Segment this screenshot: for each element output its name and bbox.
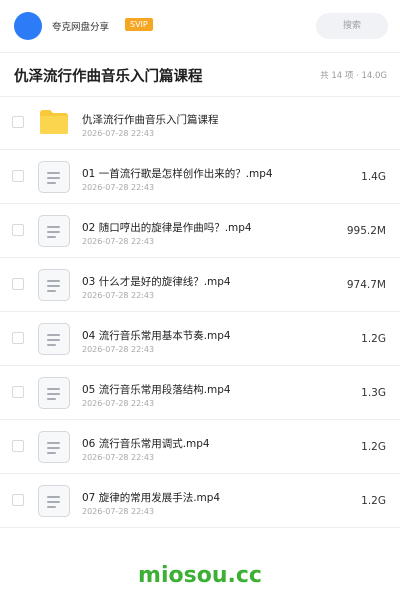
list-item[interactable]: 06 流行音乐常用调式.mp4 2026-07-28 22:43 1.2G	[0, 420, 400, 474]
document-icon	[38, 161, 70, 193]
list-item[interactable]: 03 什么才是好的旋律线？.mp4 2026-07-28 22:43 974.7…	[0, 258, 400, 312]
select-checkbox[interactable]	[12, 332, 24, 344]
file-name: 06 流行音乐常用调式.mp4	[82, 438, 210, 450]
select-checkbox[interactable]	[12, 440, 24, 452]
file-date: 2026-07-28 22:43	[82, 399, 155, 408]
avatar[interactable]	[14, 12, 42, 40]
folder-icon	[40, 110, 68, 134]
file-size: 974.7M	[346, 279, 386, 291]
file-date: 2026-07-28 22:43	[82, 453, 155, 462]
file-date: 2026-07-28 22:43	[82, 345, 155, 354]
document-icon	[38, 269, 70, 301]
select-checkbox[interactable]	[12, 386, 24, 398]
file-date: 2026-07-28 22:43	[82, 183, 155, 192]
search-button[interactable]: 搜索	[316, 13, 388, 39]
file-size: 1.2G	[361, 495, 386, 507]
select-checkbox[interactable]	[12, 278, 24, 290]
svip-badge: SVIP	[125, 18, 153, 31]
file-name: 04 流行音乐常用基本节奏.mp4	[82, 330, 231, 342]
select-checkbox[interactable]	[12, 224, 24, 236]
share-username: 夸克网盘分享	[52, 22, 110, 33]
select-checkbox[interactable]	[12, 494, 24, 506]
select-checkbox[interactable]	[12, 170, 24, 182]
file-name: 03 什么才是好的旋律线？.mp4	[82, 276, 231, 288]
top-bar: 夸克网盘分享 SVIP 搜索	[0, 0, 400, 53]
list-item[interactable]: 02 随口哼出的旋律是作曲吗？.mp4 2026-07-28 22:43 995…	[0, 204, 400, 258]
file-name: 02 随口哼出的旋律是作曲吗？.mp4	[82, 222, 252, 234]
item-count-summary: 共 14 项 · 14.0G	[320, 71, 387, 81]
list-item[interactable]: 07 旋律的常用发展手法.mp4 2026-07-28 22:43 1.2G	[0, 474, 400, 528]
file-size: 1.2G	[361, 441, 386, 453]
file-size: 995.2M	[346, 225, 386, 237]
page-title: 仇泽流行作曲音乐入门篇课程	[14, 69, 203, 85]
file-name: 07 旋律的常用发展手法.mp4	[82, 492, 221, 504]
watermark: miosou.cc	[138, 563, 262, 588]
file-date: 2026-07-28 22:43	[82, 237, 155, 246]
file-date: 2026-07-28 22:43	[82, 291, 155, 300]
select-checkbox[interactable]	[12, 116, 24, 128]
document-icon	[38, 377, 70, 409]
file-list: 仇泽流行作曲音乐入门篇课程 2026-07-28 22:43 01 一首流行歌是…	[0, 96, 400, 528]
list-item[interactable]: 仇泽流行作曲音乐入门篇课程 2026-07-28 22:43	[0, 96, 400, 150]
file-date: 2026-07-28 22:43	[82, 507, 155, 516]
document-icon	[38, 431, 70, 463]
list-item[interactable]: 04 流行音乐常用基本节奏.mp4 2026-07-28 22:43 1.2G	[0, 312, 400, 366]
list-item[interactable]: 01 一首流行歌是怎样创作出来的？.mp4 2026-07-28 22:43 1…	[0, 150, 400, 204]
file-name: 01 一首流行歌是怎样创作出来的？.mp4	[82, 168, 273, 180]
document-icon	[38, 215, 70, 247]
document-icon	[38, 323, 70, 355]
list-item[interactable]: 05 流行音乐常用段落结构.mp4 2026-07-28 22:43 1.3G	[0, 366, 400, 420]
file-name: 仇泽流行作曲音乐入门篇课程	[82, 114, 219, 126]
file-name: 05 流行音乐常用段落结构.mp4	[82, 384, 231, 396]
folder-header: 仇泽流行作曲音乐入门篇课程 共 14 项 · 14.0G	[0, 52, 400, 97]
file-size: 1.2G	[361, 333, 386, 345]
file-size: 1.4G	[361, 171, 386, 183]
document-icon	[38, 485, 70, 517]
file-date: 2026-07-28 22:43	[82, 129, 155, 138]
file-size: 1.3G	[361, 387, 386, 399]
